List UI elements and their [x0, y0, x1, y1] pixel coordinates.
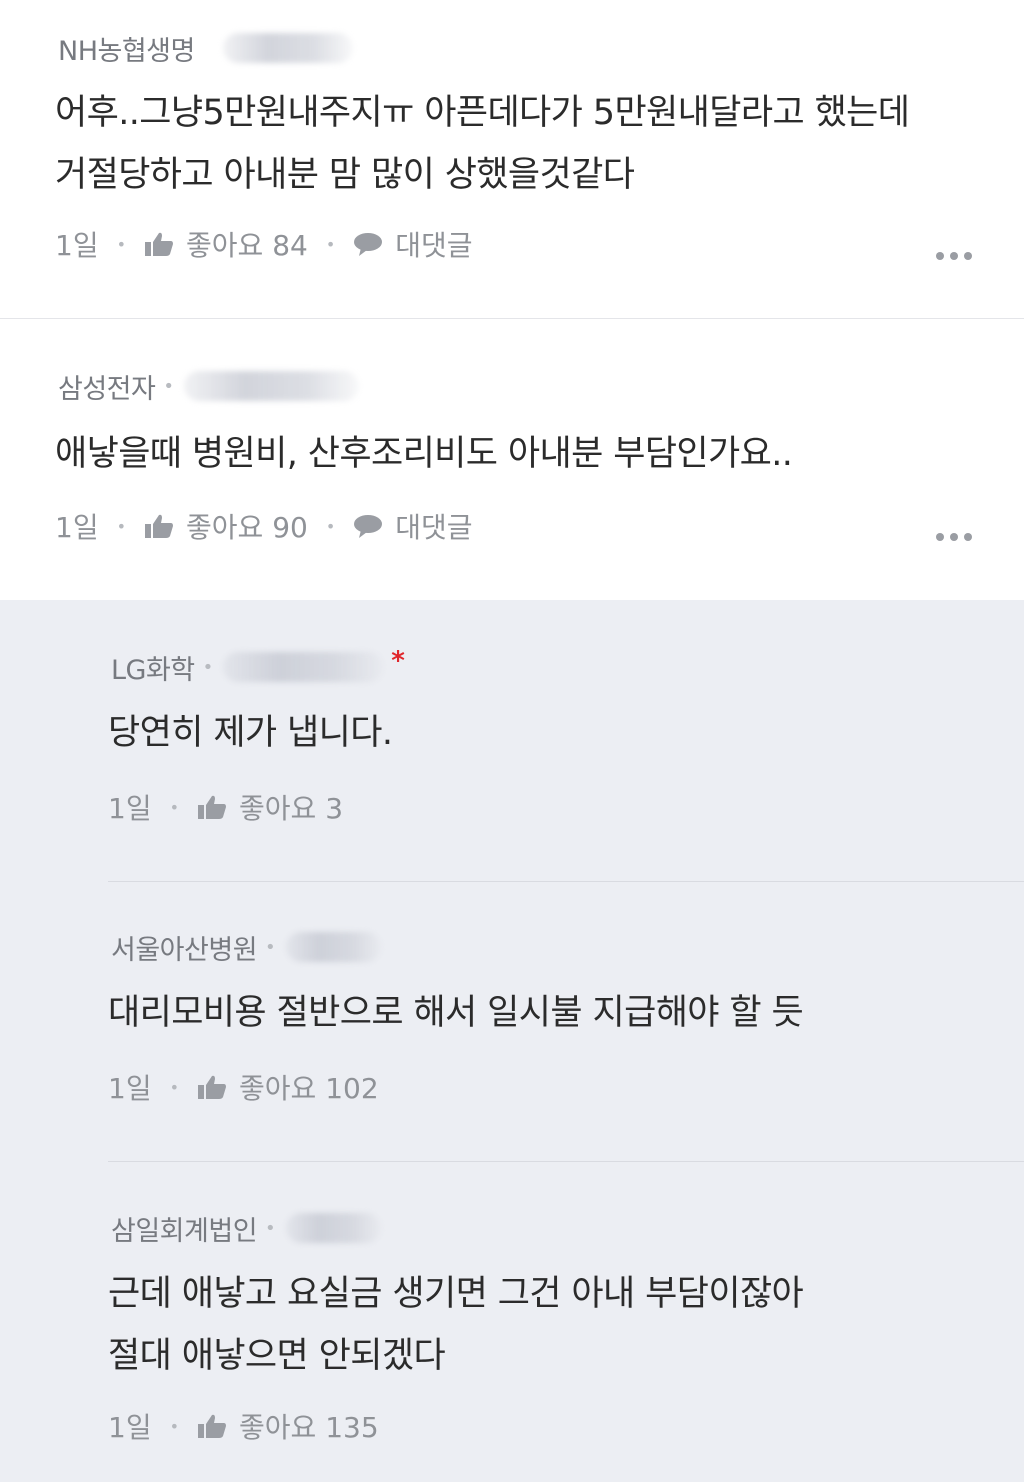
thumbs-up-icon — [197, 1074, 227, 1100]
like-button[interactable]: 좋아요 3 — [197, 787, 343, 827]
like-count: 좋아요 102 — [239, 1072, 379, 1105]
like-button[interactable]: 좋아요 90 — [144, 506, 308, 546]
reply-author-row: LG화학 • * — [111, 646, 405, 687]
like-button[interactable]: 좋아요 102 — [197, 1067, 379, 1107]
reply-label: 대댓글 — [395, 229, 473, 262]
separator-dot: • — [325, 516, 336, 536]
separator-dot: • — [169, 797, 180, 817]
reply-divider — [108, 1161, 1024, 1162]
comment-time: 1일 — [55, 511, 99, 544]
company-name[interactable]: NH농협생명 — [58, 29, 195, 68]
comment-meta: 1일 • 좋아요 90 • 대댓글 — [55, 506, 473, 546]
reply-meta: 1일 • 좋아요 102 — [108, 1067, 379, 1107]
separator-dot: • — [169, 1416, 180, 1436]
separator-dot: • — [202, 656, 214, 678]
reply-text: 근데 애낳고 요실금 생기면 그건 아내 부담이잖아 절대 애낳으면 안되겠다 — [108, 1274, 804, 1376]
company-name[interactable]: 서울아산병원 — [111, 928, 258, 967]
more-options-icon[interactable] — [936, 533, 972, 541]
comment-author-row: NH농협생명 — [58, 28, 353, 68]
like-count: 좋아요 135 — [239, 1411, 379, 1444]
reply-section: LG화학 • * 당연히 제가 냅니다. 1일 • 좋아요 3 서울아산병원 •… — [0, 600, 1024, 1482]
reply-text: 대리모비용 절반으로 해서 일시불 지급해야 할 듯 — [108, 993, 804, 1033]
like-count: 좋아요 3 — [239, 792, 344, 825]
blurred-nickname — [223, 652, 384, 682]
comment-text: 어후..그냥5만원내주지ㅠ 아픈데다가 5만원내달라고 했는데 거절당하고 아내… — [55, 93, 910, 195]
reply-time: 1일 — [108, 1072, 152, 1105]
comment-time: 1일 — [55, 229, 99, 262]
blurred-nickname — [285, 1213, 381, 1243]
company-name[interactable]: LG화학 — [111, 648, 195, 687]
reply-author-row: 서울아산병원 • — [111, 927, 381, 967]
speech-bubble-icon — [353, 513, 383, 539]
separator-dot: • — [325, 234, 336, 254]
reply-label: 대댓글 — [395, 511, 473, 544]
reply-time: 1일 — [108, 792, 152, 825]
thumbs-up-icon — [144, 231, 174, 257]
like-count: 좋아요 90 — [186, 511, 308, 544]
reply-meta: 1일 • 좋아요 135 — [108, 1406, 379, 1446]
best-star-icon: * — [391, 646, 405, 676]
separator-dot: • — [116, 234, 127, 254]
reply-button[interactable]: 대댓글 — [353, 506, 473, 546]
comment-item: 삼성전자 • 애낳을때 병원비, 산후조리비도 아내분 부담인가요.. 1일 •… — [0, 319, 1024, 600]
reply-text: 당연히 제가 냅니다. — [108, 713, 393, 753]
comment-item: NH농협생명 어후..그냥5만원내주지ㅠ 아픈데다가 5만원내달라고 했는데 거… — [0, 0, 1024, 318]
speech-bubble-icon — [353, 231, 383, 257]
reply-meta: 1일 • 좋아요 3 — [108, 787, 343, 827]
separator-dot: • — [265, 936, 276, 958]
blurred-nickname — [184, 371, 359, 401]
comment-text: 애낳을때 병원비, 산후조리비도 아내분 부담인가요.. — [55, 434, 793, 474]
separator-dot: • — [116, 516, 127, 536]
reply-time: 1일 — [108, 1411, 152, 1444]
reply-divider — [108, 881, 1024, 882]
company-name[interactable]: 삼성전자 — [58, 367, 156, 406]
reply-author-row: 삼일회계법인 • — [111, 1208, 381, 1248]
comment-meta: 1일 • 좋아요 84 • 대댓글 — [55, 224, 473, 264]
thumbs-up-icon — [197, 794, 227, 820]
blurred-nickname — [285, 932, 381, 962]
separator-dot: • — [169, 1077, 180, 1097]
like-button[interactable]: 좋아요 84 — [144, 224, 308, 264]
like-button[interactable]: 좋아요 135 — [197, 1406, 379, 1446]
separator-dot: • — [163, 375, 174, 397]
more-options-icon[interactable] — [936, 252, 972, 260]
reply-button[interactable]: 대댓글 — [353, 224, 473, 264]
thumbs-up-icon — [197, 1413, 227, 1439]
blurred-nickname — [222, 33, 353, 63]
thumbs-up-icon — [144, 513, 174, 539]
company-name[interactable]: 삼일회계법인 — [111, 1209, 258, 1248]
comment-author-row: 삼성전자 • — [58, 366, 359, 406]
separator-dot: • — [265, 1217, 276, 1239]
like-count: 좋아요 84 — [186, 229, 308, 262]
